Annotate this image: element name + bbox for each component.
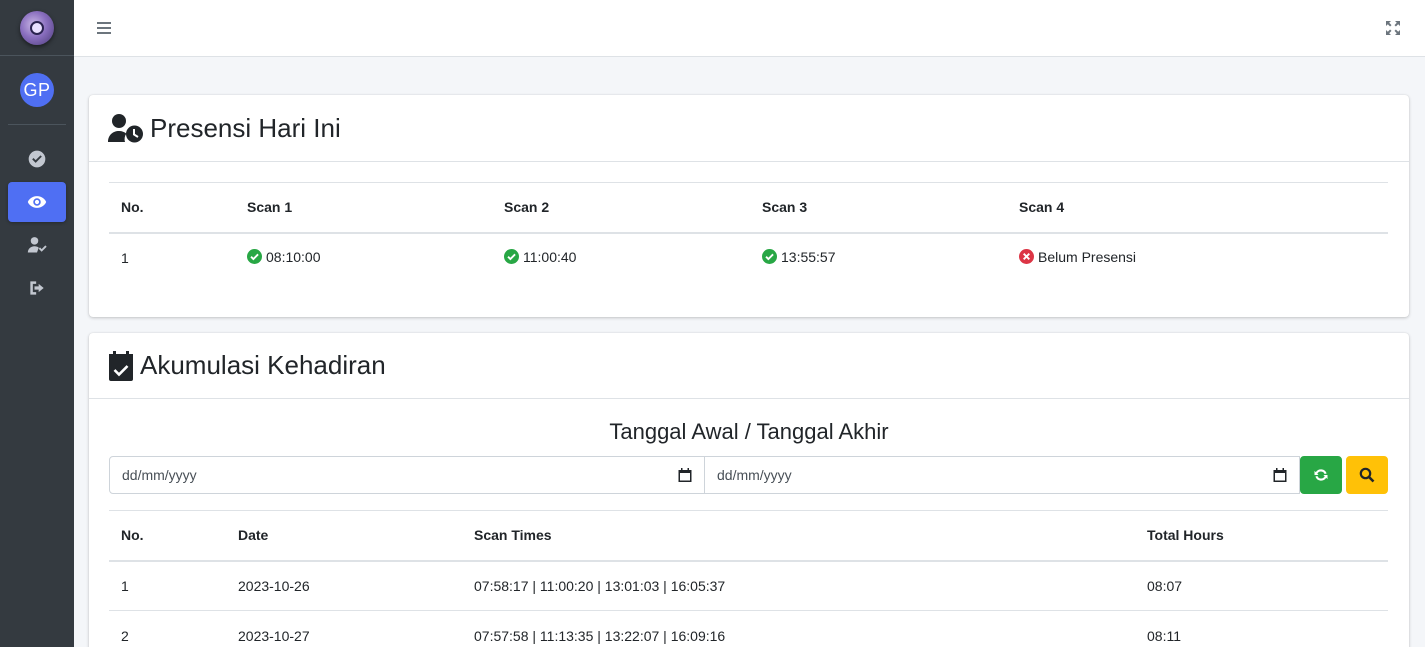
date-range-label: Tanggal Awal / Tanggal Akhir [609, 419, 889, 444]
row-total-hours: 08:11 [1135, 610, 1388, 647]
user-panel: GP [8, 56, 66, 125]
calendar-icon[interactable] [678, 468, 692, 482]
table-row: 1 08:10:00 11:00:40 13:55:57 Belum Prese… [109, 233, 1388, 283]
sidebar-item-attendance[interactable] [8, 225, 66, 265]
table-header-row: No. Scan 1 Scan 2 Scan 3 Scan 4 [109, 182, 1388, 234]
times-circle-icon [1019, 249, 1034, 265]
refresh-icon [1314, 469, 1328, 481]
row-date: 2023-10-27 [226, 610, 462, 647]
top-navbar [74, 0, 1425, 57]
brand-logo[interactable] [20, 10, 54, 45]
sidebar-item-presensi[interactable] [8, 139, 66, 179]
akumulasi-table: No. Date Scan Times Total Hours 1 2023-1… [109, 510, 1388, 647]
end-date-placeholder: dd/mm/yyyy [717, 467, 792, 483]
scan1-time: 08:10:00 [266, 248, 321, 265]
calendar-check-icon [108, 350, 134, 381]
search-icon [1359, 467, 1375, 483]
table-row: 1 2023-10-26 07:58:17 | 11:00:20 | 13:01… [109, 560, 1388, 611]
row-no: 1 [109, 560, 226, 611]
start-date-placeholder: dd/mm/yyyy [122, 467, 197, 483]
akumulasi-card: Akumulasi Kehadiran Tanggal Awal / Tangg… [89, 333, 1409, 647]
row-total-hours: 08:07 [1135, 560, 1388, 611]
scan3-time: 13:55:57 [781, 248, 836, 265]
check-circle-icon [762, 249, 777, 265]
sidebar-nav [0, 139, 74, 308]
avatar[interactable]: GP [20, 73, 54, 107]
menu-toggle-icon[interactable] [96, 20, 112, 36]
scan2-time: 11:00:40 [523, 248, 577, 265]
search-button[interactable] [1346, 456, 1388, 494]
calendar-icon[interactable] [1273, 468, 1287, 482]
scan2-status: 11:00:40 [504, 249, 576, 265]
col-total-hours: Total Hours [1135, 510, 1388, 562]
col-no: No. [109, 182, 235, 234]
scan4-text: Belum Presensi [1038, 248, 1137, 265]
col-date: Date [226, 510, 462, 562]
row-date: 2023-10-26 [226, 560, 462, 611]
scan4-status: Belum Presensi [1019, 249, 1136, 265]
user-clock-icon [108, 113, 144, 143]
col-no: No. [109, 510, 226, 562]
scan1-status: 08:10:00 [247, 249, 321, 265]
user-check-icon [27, 237, 47, 253]
sidebar: GP [0, 0, 74, 647]
row-no: 1 [121, 250, 129, 266]
akumulasi-title: Akumulasi Kehadiran [140, 350, 386, 380]
row-scan-times: 07:57:58 | 11:13:35 | 13:22:07 | 16:09:1… [462, 610, 1135, 647]
refresh-button[interactable] [1300, 456, 1342, 494]
row-scan-times: 07:58:17 | 11:00:20 | 13:01:03 | 16:05:3… [462, 560, 1135, 611]
col-scan-times: Scan Times [462, 510, 1135, 562]
akumulasi-card-header: Akumulasi Kehadiran [89, 333, 1409, 399]
col-scan3: Scan 3 [750, 182, 1007, 234]
check-circle-icon [28, 150, 46, 168]
eye-icon [27, 196, 47, 208]
presensi-card-header: Presensi Hari Ini [89, 95, 1409, 162]
fullscreen-icon[interactable] [1385, 20, 1401, 36]
presensi-table: No. Scan 1 Scan 2 Scan 3 Scan 4 1 08:10:… [109, 182, 1388, 283]
col-scan1: Scan 1 [235, 182, 492, 234]
table-row: 2 2023-10-27 07:57:58 | 11:13:35 | 13:22… [109, 610, 1388, 647]
start-date-input[interactable]: dd/mm/yyyy [109, 456, 705, 494]
sign-out-icon [30, 281, 44, 295]
check-circle-icon [504, 249, 519, 265]
scan3-status: 13:55:57 [762, 249, 836, 265]
col-scan4: Scan 4 [1007, 182, 1388, 234]
presensi-card: Presensi Hari Ini No. Scan 1 Scan 2 Scan… [89, 95, 1409, 317]
brand[interactable] [0, 0, 74, 56]
end-date-input[interactable]: dd/mm/yyyy [704, 456, 1300, 494]
presensi-title: Presensi Hari Ini [150, 112, 341, 143]
col-scan2: Scan 2 [492, 182, 750, 234]
check-circle-icon [247, 249, 262, 265]
table-header-row: No. Date Scan Times Total Hours [109, 510, 1388, 562]
row-no: 2 [109, 610, 226, 647]
sidebar-item-logout[interactable] [8, 268, 66, 308]
sidebar-item-view[interactable] [8, 182, 66, 222]
